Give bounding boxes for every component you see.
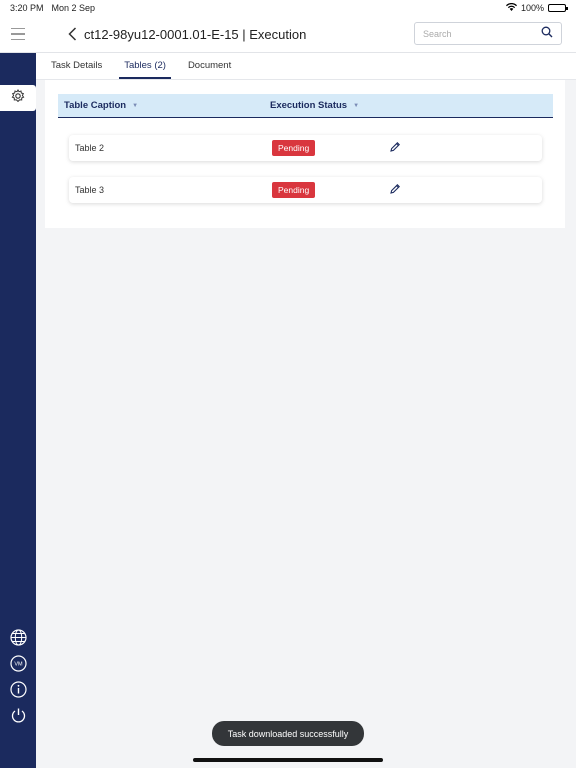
status-badge: Pending xyxy=(272,182,316,198)
tab-bar: Task Details Tables (2) Document xyxy=(36,53,576,80)
back-chevron-icon[interactable] xyxy=(68,26,80,42)
column-header-caption[interactable]: Table Caption ▼ xyxy=(64,100,138,111)
globe-icon[interactable] xyxy=(9,628,27,646)
battery-icon xyxy=(548,4,568,12)
table-caption-cell: Table 3 xyxy=(75,185,105,195)
column-header-status[interactable]: Execution Status ▼ xyxy=(270,100,359,111)
app-header: ct12-98yu12-0001.01-E-15 | Execution xyxy=(0,16,576,53)
table-header: Table Caption ▼ Execution Status ▼ xyxy=(58,94,553,118)
home-indicator xyxy=(193,758,383,762)
table-caption-cell: Table 2 xyxy=(75,143,105,153)
hamburger-menu-icon[interactable] xyxy=(0,16,36,53)
battery-percent: 100% xyxy=(520,3,544,13)
edit-pencil-icon[interactable] xyxy=(389,141,401,155)
status-badge: Pending xyxy=(272,140,316,156)
edit-pencil-icon[interactable] xyxy=(389,183,401,197)
tab-document[interactable]: Document xyxy=(183,60,236,79)
sort-arrow-icon: ▼ xyxy=(353,102,360,109)
svg-text:VM: VM xyxy=(14,661,23,667)
sidebar: VM xyxy=(0,53,36,768)
search-box[interactable] xyxy=(414,22,562,45)
gear-icon xyxy=(11,88,25,108)
table-row[interactable]: Table 3 Pending xyxy=(69,177,542,203)
info-icon[interactable] xyxy=(9,680,27,698)
power-icon[interactable] xyxy=(9,706,27,724)
tables-panel: Table Caption ▼ Execution Status ▼ Table… xyxy=(45,80,565,228)
settings-nav-item[interactable] xyxy=(0,85,36,111)
toast-notification: Task downloaded successfully xyxy=(212,721,364,746)
status-time: 3:20 PM xyxy=(10,3,44,13)
page-title: ct12-98yu12-0001.01-E-15 | Execution xyxy=(84,26,307,42)
status-date: Mon 2 Sep xyxy=(51,3,96,13)
search-input[interactable] xyxy=(423,28,541,39)
vm-icon[interactable]: VM xyxy=(9,654,27,672)
table-row[interactable]: Table 2 Pending xyxy=(69,135,542,161)
wifi-icon xyxy=(505,2,517,13)
status-bar: 3:20 PM Mon 2 Sep 100% xyxy=(0,0,576,16)
sort-arrow-icon: ▼ xyxy=(132,102,139,109)
tab-task-details[interactable]: Task Details xyxy=(46,60,107,79)
search-icon[interactable] xyxy=(541,25,553,43)
tab-tables[interactable]: Tables (2) xyxy=(119,60,171,79)
